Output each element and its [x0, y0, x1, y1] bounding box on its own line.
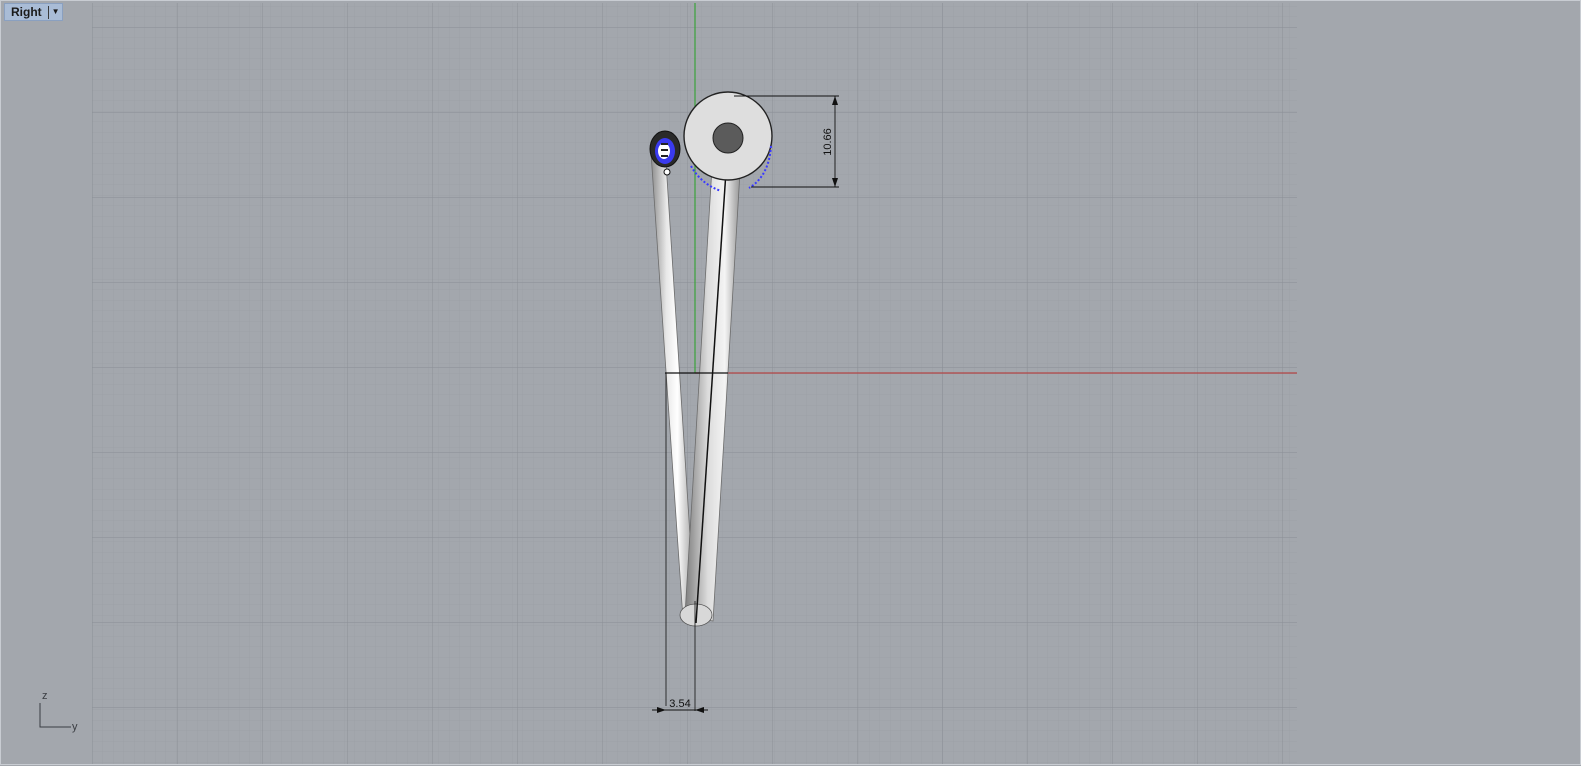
viewport-canvas[interactable]: 10.66 3.54 z y — [1, 1, 1581, 766]
axis-y-label: y — [72, 721, 78, 733]
viewport-title: Right — [11, 5, 42, 19]
chevron-down-icon[interactable]: ▼ — [52, 8, 60, 16]
right-viewport[interactable]: 10.66 3.54 z y Right ▼ — [0, 0, 1581, 765]
tab-separator — [47, 5, 49, 19]
viewport-title-tab[interactable]: Right ▼ — [4, 3, 63, 21]
axis-z-label: z — [42, 690, 48, 702]
vertical-dimension-text: 10.66 — [822, 128, 834, 156]
horizontal-dimension-text: 3.54 — [669, 698, 690, 710]
axis-indicator: z y — [39, 690, 78, 733]
